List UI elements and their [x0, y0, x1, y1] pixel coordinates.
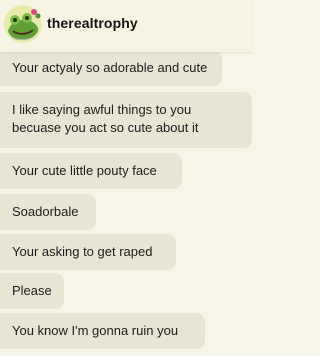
chat-header: therealtrophy — [0, 0, 252, 52]
message-bubble[interactable]: Please — [0, 273, 64, 309]
username[interactable]: therealtrophy — [47, 15, 138, 31]
message-bubble[interactable]: Your cute little pouty face — [0, 153, 182, 189]
green-frog-avatar-icon — [4, 5, 42, 43]
message-bubble[interactable]: I like saying awful things to you becuas… — [0, 92, 252, 148]
message-thread[interactable]: Your actyaly so adorable and cute I like… — [0, 52, 252, 356]
message-bubble[interactable]: Soadorbale — [0, 194, 96, 230]
message-bubble[interactable]: Your asking to get raped — [0, 234, 176, 270]
message-bubble[interactable]: Your actyaly so adorable and cute — [0, 52, 222, 86]
avatar[interactable] — [3, 4, 43, 44]
message-bubble[interactable]: You know I'm gonna ruin you — [0, 313, 205, 349]
